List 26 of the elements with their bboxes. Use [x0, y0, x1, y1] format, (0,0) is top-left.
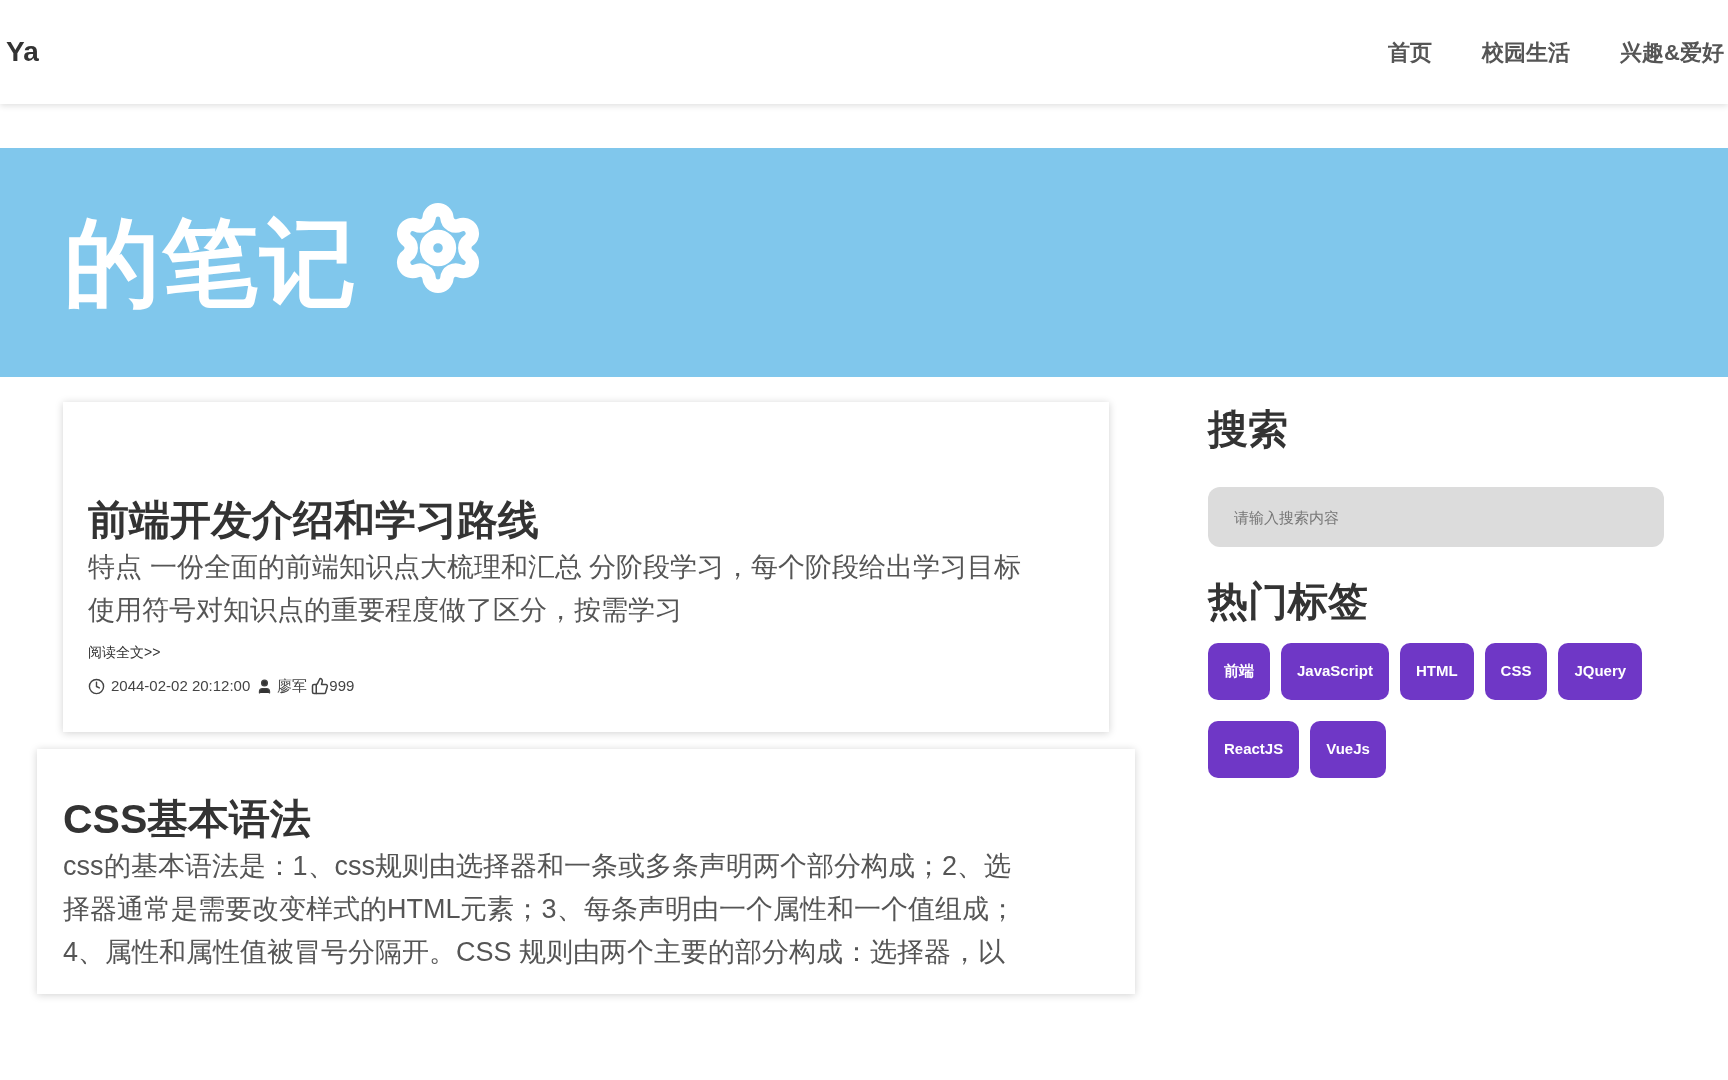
- tag-button[interactable]: JQuery: [1558, 643, 1643, 700]
- tag-button[interactable]: HTML: [1399, 643, 1474, 700]
- tags-heading: 热门标签: [1208, 578, 1369, 625]
- tag-button[interactable]: 前端: [1208, 643, 1270, 700]
- nav-link[interactable]: 首页: [1388, 35, 1433, 69]
- tag-button[interactable]: VueJs: [1310, 721, 1386, 778]
- read-more-link[interactable]: 阅读全文>>: [88, 642, 1084, 663]
- post-summary: 择器通常是需要改变样式的HTML元素；3、每条声明由一个属性和一个值组成；: [63, 893, 1017, 926]
- post-title[interactable]: 前端开发介绍和学习路线: [88, 494, 1084, 546]
- nav-link[interactable]: 兴趣&爱好: [1620, 35, 1724, 69]
- post-summary: 使用符号对知识点的重要程度做了区分，按需学习: [88, 594, 683, 627]
- tag-button[interactable]: CSS: [1484, 643, 1548, 700]
- post-author: 廖军: [277, 676, 308, 696]
- post-date: 2044-02-02 20:12:00: [111, 676, 251, 696]
- search-heading: 搜索: [1208, 406, 1289, 453]
- tag-button[interactable]: ReactJS: [1208, 721, 1300, 778]
- banner-title: 的笔记: [64, 214, 358, 311]
- search-field[interactable]: 请输入搜索内容: [1208, 487, 1664, 547]
- post-summary: 4、属性和属性值被冒号分隔开。CSS 规则由两个主要的部分构成：选择器，以: [63, 936, 1007, 969]
- post-title[interactable]: CSS基本语法: [63, 793, 1109, 845]
- nav-link[interactable]: 校园生活: [1482, 35, 1571, 69]
- post-summary: css的基本语法是：1、css规则由选择器和一条或多条声明两个部分构成；2、选: [63, 850, 1013, 883]
- site-logo[interactable]: Ya: [0, 31, 39, 73]
- tag-button[interactable]: JavaScript: [1281, 643, 1389, 700]
- like-count: 999: [329, 676, 355, 696]
- post-summary: 特点 一份全面的前端知识点大梳理和汇总 分阶段学习，每个阶段给出学习目标: [88, 551, 1022, 584]
